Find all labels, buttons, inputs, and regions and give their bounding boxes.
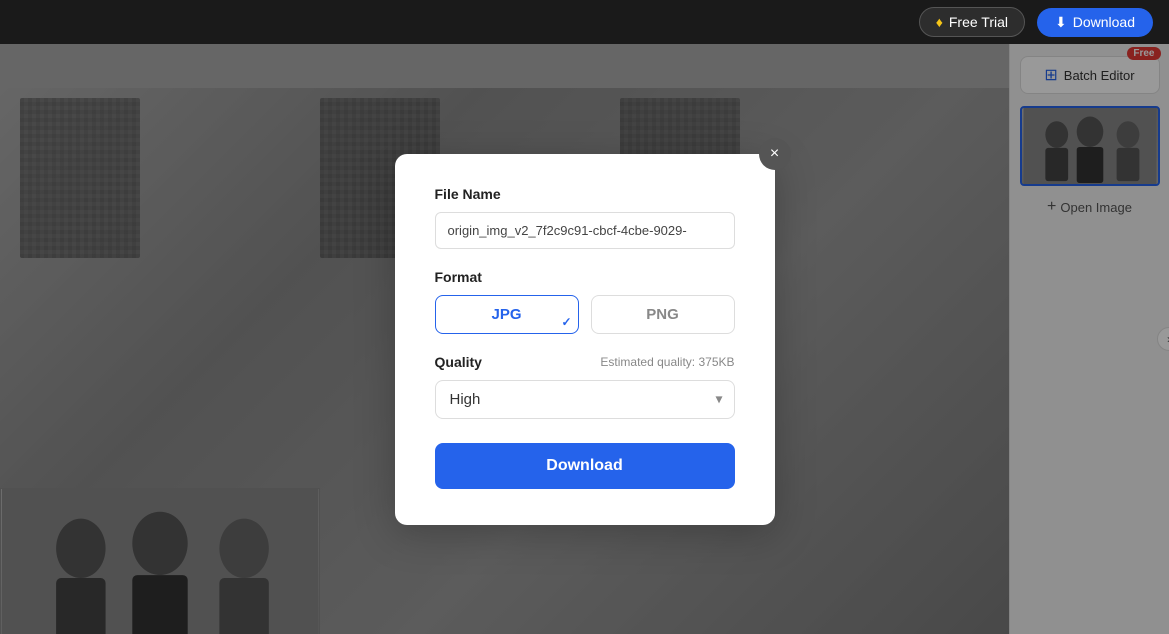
quality-label: Quality (435, 354, 482, 370)
jpg-format-button[interactable]: JPG ✓ (435, 295, 579, 334)
format-row: JPG ✓ PNG (435, 295, 735, 334)
download-nav-button[interactable]: ⬇ Download (1037, 8, 1153, 37)
free-trial-button[interactable]: ♦ Free Trial (919, 7, 1025, 37)
diamond-icon: ♦ (936, 14, 943, 30)
jpg-label: JPG (491, 306, 521, 323)
quality-select[interactable]: High Medium Low (435, 380, 735, 419)
modal-overlay: × File Name Format JPG ✓ PNG Quality Est… (0, 44, 1169, 634)
free-trial-label: Free Trial (949, 14, 1008, 30)
file-name-label: File Name (435, 186, 735, 202)
download-modal: × File Name Format JPG ✓ PNG Quality Est… (395, 154, 775, 525)
modal-download-label: Download (546, 457, 622, 474)
png-label: PNG (646, 306, 679, 323)
modal-close-button[interactable]: × (759, 138, 791, 170)
quality-header: Quality Estimated quality: 375KB (435, 354, 735, 370)
modal-download-button[interactable]: Download (435, 443, 735, 489)
quality-select-wrapper: High Medium Low ▾ (435, 380, 735, 419)
close-icon: × (770, 145, 779, 163)
download-arrow-icon: ⬇ (1055, 14, 1067, 31)
download-nav-label: Download (1073, 14, 1135, 30)
file-name-input[interactable] (435, 212, 735, 249)
png-format-button[interactable]: PNG (591, 295, 735, 334)
navbar: ♦ Free Trial ⬇ Download (0, 0, 1169, 44)
checkmark-icon: ✓ (561, 315, 571, 329)
quality-estimate: Estimated quality: 375KB (600, 355, 734, 369)
format-label: Format (435, 269, 735, 285)
main-area: Free ⊞ Batch Editor + Open Image › (0, 44, 1169, 634)
